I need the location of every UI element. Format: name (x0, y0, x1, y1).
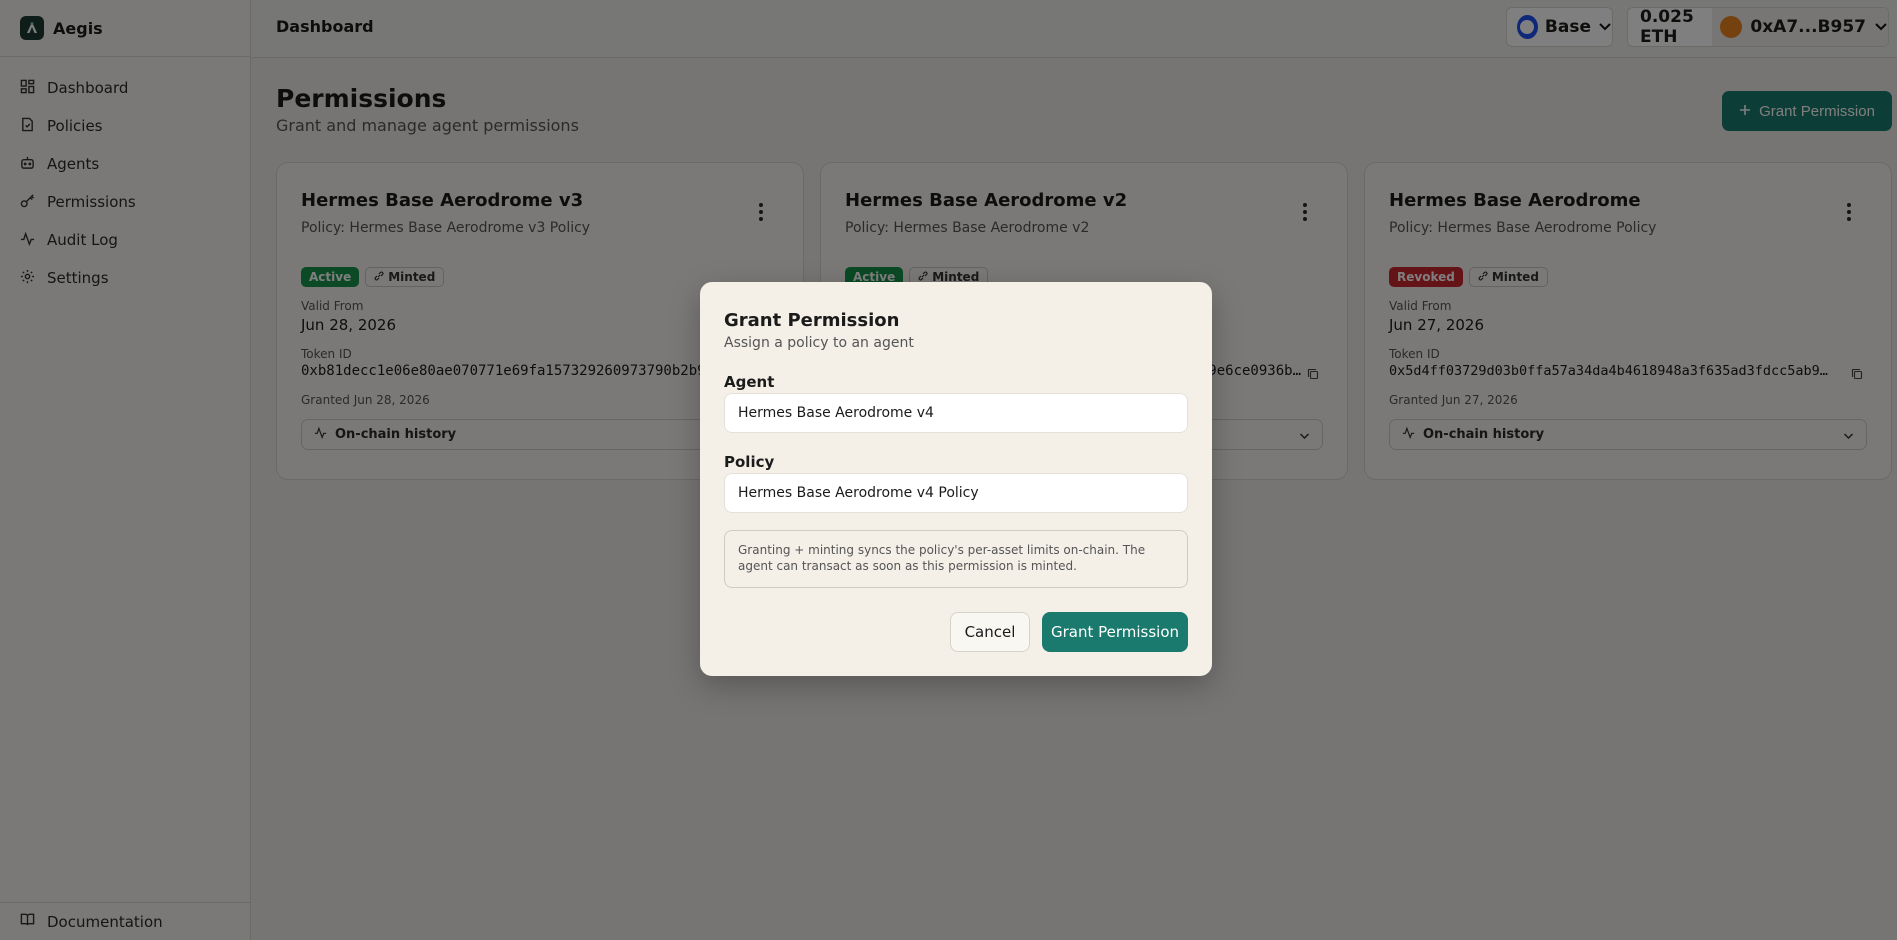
cancel-button[interactable]: Cancel (950, 612, 1030, 652)
confirm-grant-button[interactable]: Grant Permission (1042, 612, 1188, 652)
policy-label: Policy (724, 453, 775, 471)
policy-select[interactable]: Hermes Base Aerodrome v4 Policy (724, 473, 1188, 513)
grant-permission-dialog: Grant Permission Assign a policy to an a… (700, 282, 1212, 676)
dialog-subtitle: Assign a policy to an agent (724, 335, 914, 351)
dialog-title: Grant Permission (724, 310, 900, 331)
info-note: Granting + minting syncs the policy's pe… (724, 530, 1188, 588)
agent-label: Agent (724, 373, 775, 391)
agent-select[interactable]: Hermes Base Aerodrome v4 (724, 393, 1188, 433)
